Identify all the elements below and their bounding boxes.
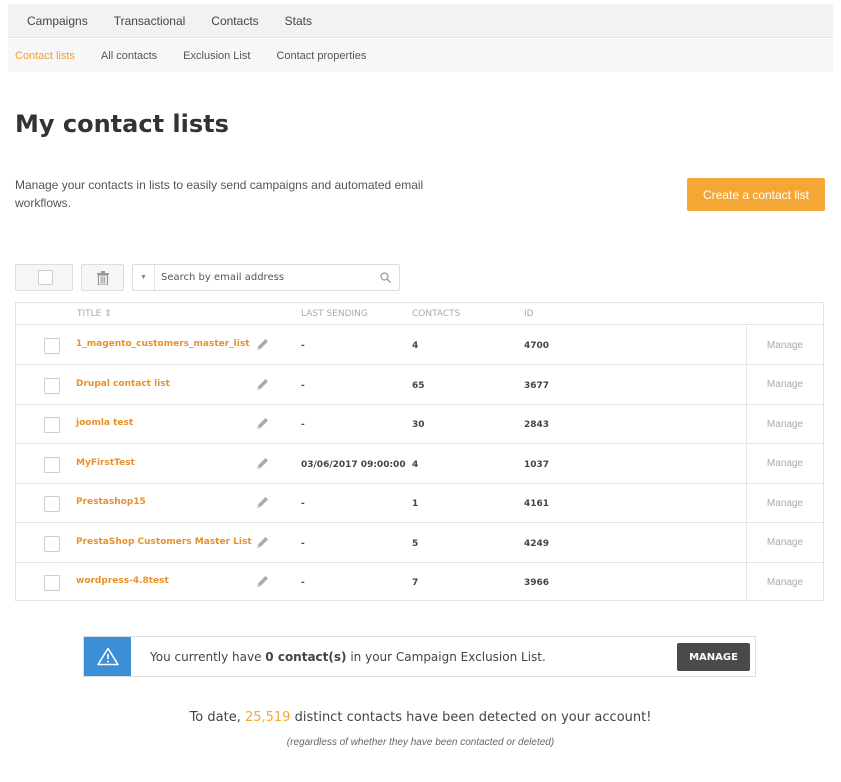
manage-list-link[interactable]: Manage (746, 405, 823, 443)
warning-icon (96, 647, 119, 666)
summary-note: (regardless of whether they have been co… (286, 737, 555, 748)
last-sending-cell: - (301, 578, 305, 588)
edit-pencil-icon[interactable] (254, 574, 270, 595)
table-row: PrestaShop Customers Master List - 5 4249 Ma… (16, 523, 823, 563)
list-id-cell: 1037 (524, 459, 550, 470)
column-id: ID (524, 309, 534, 319)
list-name-link[interactable]: 1_magento_customers_master_list (76, 339, 250, 349)
contact-lists-table: TITLE ⇕ LAST SENDING CONTACTS ID 1_magen… (15, 302, 824, 602)
row-checkbox[interactable] (44, 456, 60, 473)
row-checkbox[interactable] (44, 575, 60, 591)
list-id-cell: 3677 (524, 380, 550, 391)
list-id-cell: 2843 (524, 420, 550, 430)
exclusion-count: 0 contact(s) (265, 649, 347, 664)
search-box: ▼ (132, 264, 400, 291)
row-checkbox[interactable] (44, 535, 60, 552)
edit-pencil-icon[interactable] (254, 377, 270, 398)
table-row: 1_magento_customers_master_list - 4 4700 Man… (16, 326, 823, 365)
table-row: wordpress-4.8test - 7 3966 Manage (16, 563, 823, 602)
select-all-checkbox-button[interactable] (15, 264, 73, 291)
exclusion-message: You currently have 0 contact(s) in your … (150, 649, 546, 664)
list-name-link[interactable]: Drupal contact list (76, 379, 170, 389)
last-sending-cell: - (301, 499, 305, 509)
manage-list-link[interactable]: Manage (746, 523, 823, 562)
list-name-link[interactable]: wordpress-4.8test (76, 576, 169, 586)
contacts-count-cell: 1 (412, 499, 419, 509)
row-checkbox[interactable] (44, 377, 60, 394)
trash-icon (96, 270, 109, 285)
list-name-link[interactable]: joomla test (76, 418, 133, 428)
last-sending-cell: - (301, 538, 305, 549)
manage-list-link[interactable]: Manage (746, 563, 823, 602)
last-sending-cell: - (301, 341, 305, 351)
manage-list-link[interactable]: Manage (746, 444, 823, 483)
main-nav: Campaigns Transactional Contacts Stats (8, 4, 833, 38)
row-checkbox[interactable] (44, 496, 60, 512)
nav-stats[interactable]: Stats (285, 14, 312, 28)
nav-contacts[interactable]: Contacts (211, 14, 258, 28)
row-checkbox[interactable] (44, 338, 60, 354)
list-id-cell: 4161 (524, 499, 550, 509)
nav-transactional[interactable]: Transactional (114, 14, 186, 28)
manage-list-link[interactable]: Manage (746, 326, 823, 364)
manage-exclusion-button[interactable]: MANAGE (677, 643, 750, 671)
table-row: MyFirstTest 03/06/2017 09:00:00 4 1037 Manag… (16, 444, 823, 484)
list-name-link[interactable]: Prestashop15 (76, 497, 146, 507)
alert-icon-box (84, 637, 131, 676)
page-description: Manage your contacts in lists to easily … (15, 178, 424, 210)
subnav-contact-properties[interactable]: Contact properties (276, 50, 366, 62)
table-row: Prestashop15 - 1 4161 Manage (16, 484, 823, 523)
edit-pencil-icon[interactable] (254, 495, 270, 516)
chevron-down-icon: ▼ (140, 274, 147, 281)
last-sending-cell: - (301, 380, 305, 391)
subnav-exclusion-list[interactable]: Exclusion List (183, 50, 250, 62)
subnav-all-contacts[interactable]: All contacts (101, 50, 157, 62)
contacts-count-cell: 30 (412, 420, 425, 430)
list-name-link[interactable]: PrestaShop Customers Master List (76, 537, 252, 547)
total-contacts-count: 25,519 (244, 710, 291, 725)
manage-list-link[interactable]: Manage (746, 365, 823, 404)
table-row: joomla test - 30 2843 Manage (16, 405, 823, 444)
edit-pencil-icon[interactable] (254, 337, 270, 358)
table-row: Drupal contact list - 65 3677 Manage (16, 365, 823, 405)
contacts-count-cell: 4 (412, 459, 419, 470)
contacts-count-cell: 5 (412, 538, 419, 549)
select-all-checkbox[interactable] (38, 270, 53, 285)
table-header: TITLE ⇕ LAST SENDING CONTACTS ID (16, 303, 823, 325)
list-id-cell: 3966 (524, 578, 550, 588)
list-name-link[interactable]: MyFirstTest (76, 458, 135, 468)
subnav-contact-lists[interactable]: Contact lists (15, 50, 75, 62)
edit-pencil-icon[interactable] (254, 535, 270, 556)
column-title[interactable]: TITLE ⇕ (77, 309, 112, 319)
nav-campaigns[interactable]: Campaigns (27, 14, 88, 28)
column-last-sending: LAST SENDING (301, 309, 368, 319)
exclusion-list-alert: You currently have 0 contact(s) in your … (83, 636, 756, 677)
edit-pencil-icon[interactable] (254, 416, 270, 437)
search-filter-dropdown[interactable]: ▼ (133, 265, 155, 290)
contacts-subnav: Contact lists All contacts Exclusion Lis… (8, 39, 833, 72)
delete-button[interactable] (81, 264, 124, 291)
edit-pencil-icon[interactable] (254, 456, 270, 477)
contacts-summary: To date, 25,519 distinct contacts have b… (189, 710, 652, 725)
last-sending-cell: - (301, 420, 305, 430)
last-sending-cell: 03/06/2017 09:00:00 (301, 459, 406, 470)
row-checkbox[interactable] (44, 417, 60, 433)
column-contacts: CONTACTS (412, 309, 461, 319)
list-id-cell: 4249 (524, 538, 550, 549)
contacts-count-cell: 4 (412, 341, 419, 351)
search-input[interactable] (155, 265, 371, 290)
manage-list-link[interactable]: Manage (746, 484, 823, 522)
contacts-count-cell: 65 (412, 380, 425, 391)
create-contact-list-button[interactable]: Create a contact list (687, 178, 825, 211)
list-id-cell: 4700 (524, 341, 550, 351)
search-icon[interactable] (371, 272, 399, 283)
page-title: My contact lists (15, 110, 229, 138)
contacts-count-cell: 7 (412, 578, 419, 588)
